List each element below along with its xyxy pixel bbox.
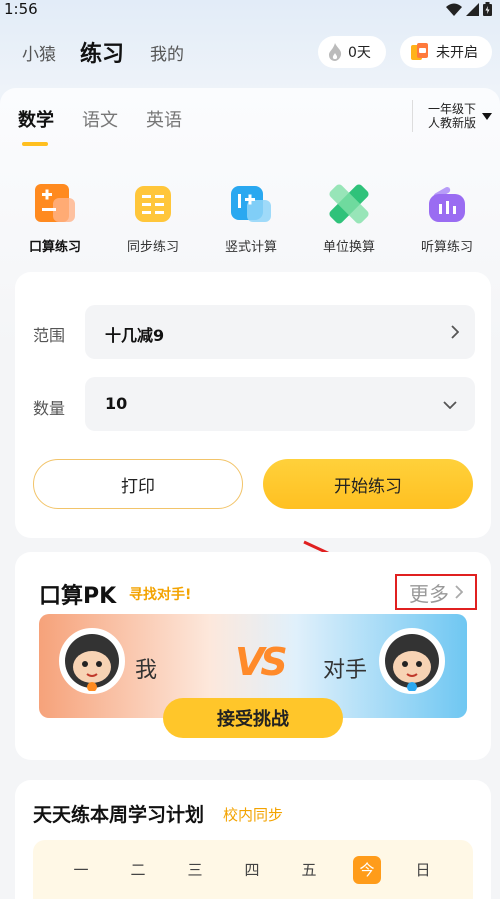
more-button[interactable]: 更多 <box>395 574 477 610</box>
category-label: 同步练习 <box>126 240 179 255</box>
category-label: 口算练习 <box>28 240 81 255</box>
audio-icon <box>427 184 467 224</box>
vs-label: VS <box>235 640 288 684</box>
category-label: 听算练习 <box>420 240 473 255</box>
flame-icon <box>329 43 342 61</box>
divider <box>412 100 413 132</box>
book-icon <box>133 184 173 224</box>
category-label: 单位换算 <box>322 240 375 255</box>
challenge-label: 未开启 <box>436 45 478 61</box>
signal-icon <box>466 2 479 16</box>
category-label: 竖式计算 <box>224 240 277 255</box>
cards-icon <box>411 43 428 60</box>
chevron-right-icon <box>455 585 463 599</box>
tab-english[interactable]: 英语 <box>146 106 182 132</box>
range-selector[interactable]: 十几减9 <box>85 305 475 359</box>
day-thu[interactable]: 四 <box>238 856 266 884</box>
challenge-pill[interactable]: 未开启 <box>400 36 492 68</box>
category-vertical-calc[interactable]: 竖式计算 <box>206 184 296 255</box>
plan-subtitle: 校内同步 <box>223 806 284 824</box>
my-label: 我 <box>135 658 158 683</box>
range-value: 十几减9 <box>105 326 165 345</box>
vertical-calc-icon <box>231 184 271 224</box>
print-button[interactable]: 打印 <box>33 459 243 509</box>
wifi-icon <box>446 3 462 16</box>
practice-settings-card: 范围 十几减9 数量 10 打印 开始练习 <box>15 272 491 538</box>
category-oral-calc[interactable]: 口算练习 <box>10 184 100 255</box>
tab-math[interactable]: 数学 <box>18 106 54 132</box>
more-label: 更多 <box>409 581 449 606</box>
streak-pill[interactable]: 0天 <box>318 36 386 68</box>
day-today[interactable]: 今 <box>353 856 381 884</box>
range-label: 范围 <box>33 326 66 345</box>
calc-icon <box>35 184 75 224</box>
day-wed[interactable]: 三 <box>181 856 209 884</box>
active-tab-indicator <box>22 142 48 146</box>
status-time: 1:56 <box>4 0 38 18</box>
plan-title: 天天练本周学习计划 <box>33 804 205 826</box>
grade-selector[interactable]: 一年级下 人教新版 <box>428 102 492 130</box>
chevron-right-icon <box>451 325 459 339</box>
day-tue[interactable]: 二 <box>124 856 152 884</box>
chevron-down-icon <box>443 401 457 409</box>
tab-chinese[interactable]: 语文 <box>82 106 118 132</box>
day-mon[interactable]: 一 <box>67 856 95 884</box>
caret-down-icon <box>482 112 492 120</box>
opponent-avatar <box>379 628 445 694</box>
opponent-label: 对手 <box>323 658 368 683</box>
streak-label: 0天 <box>348 45 371 61</box>
ruler-icon <box>329 184 369 224</box>
count-value: 10 <box>105 394 128 413</box>
start-practice-button[interactable]: 开始练习 <box>263 459 473 509</box>
tab-practice[interactable]: 练习 <box>80 36 124 68</box>
weekly-plan-card: 天天练本周学习计划 校内同步 一 二 三 四 五 今 日 <box>15 780 491 899</box>
category-unit-conversion[interactable]: 单位换算 <box>304 184 394 255</box>
pk-subtitle: 寻找对手! <box>129 587 192 603</box>
status-bar: 1:56 <box>0 0 500 20</box>
accept-challenge-button[interactable]: 接受挑战 <box>163 698 343 738</box>
category-sync-practice[interactable]: 同步练习 <box>108 184 198 255</box>
my-avatar <box>59 628 125 694</box>
week-strip: 一 二 三 四 五 今 日 <box>33 840 473 899</box>
pk-title: 口算PK <box>39 584 117 609</box>
top-nav: 小猿 练习 我的 0天 未开启 <box>0 30 500 74</box>
tab-xiaoyuan[interactable]: 小猿 <box>22 40 56 65</box>
pk-card: 口算PK 寻找对手! 更多 我 VS 对手 接受挑战 <box>15 552 491 760</box>
status-icons <box>446 2 492 16</box>
battery-icon <box>483 2 492 16</box>
day-sun[interactable]: 日 <box>409 856 437 884</box>
grade-line1: 一年级下 <box>427 102 476 116</box>
day-fri[interactable]: 五 <box>295 856 323 884</box>
tab-mine[interactable]: 我的 <box>150 40 184 65</box>
count-dropdown[interactable]: 10 <box>85 377 475 431</box>
count-label: 数量 <box>33 399 66 418</box>
grade-line2: 人教新版 <box>427 116 476 130</box>
category-listening-calc[interactable]: 听算练习 <box>402 184 492 255</box>
